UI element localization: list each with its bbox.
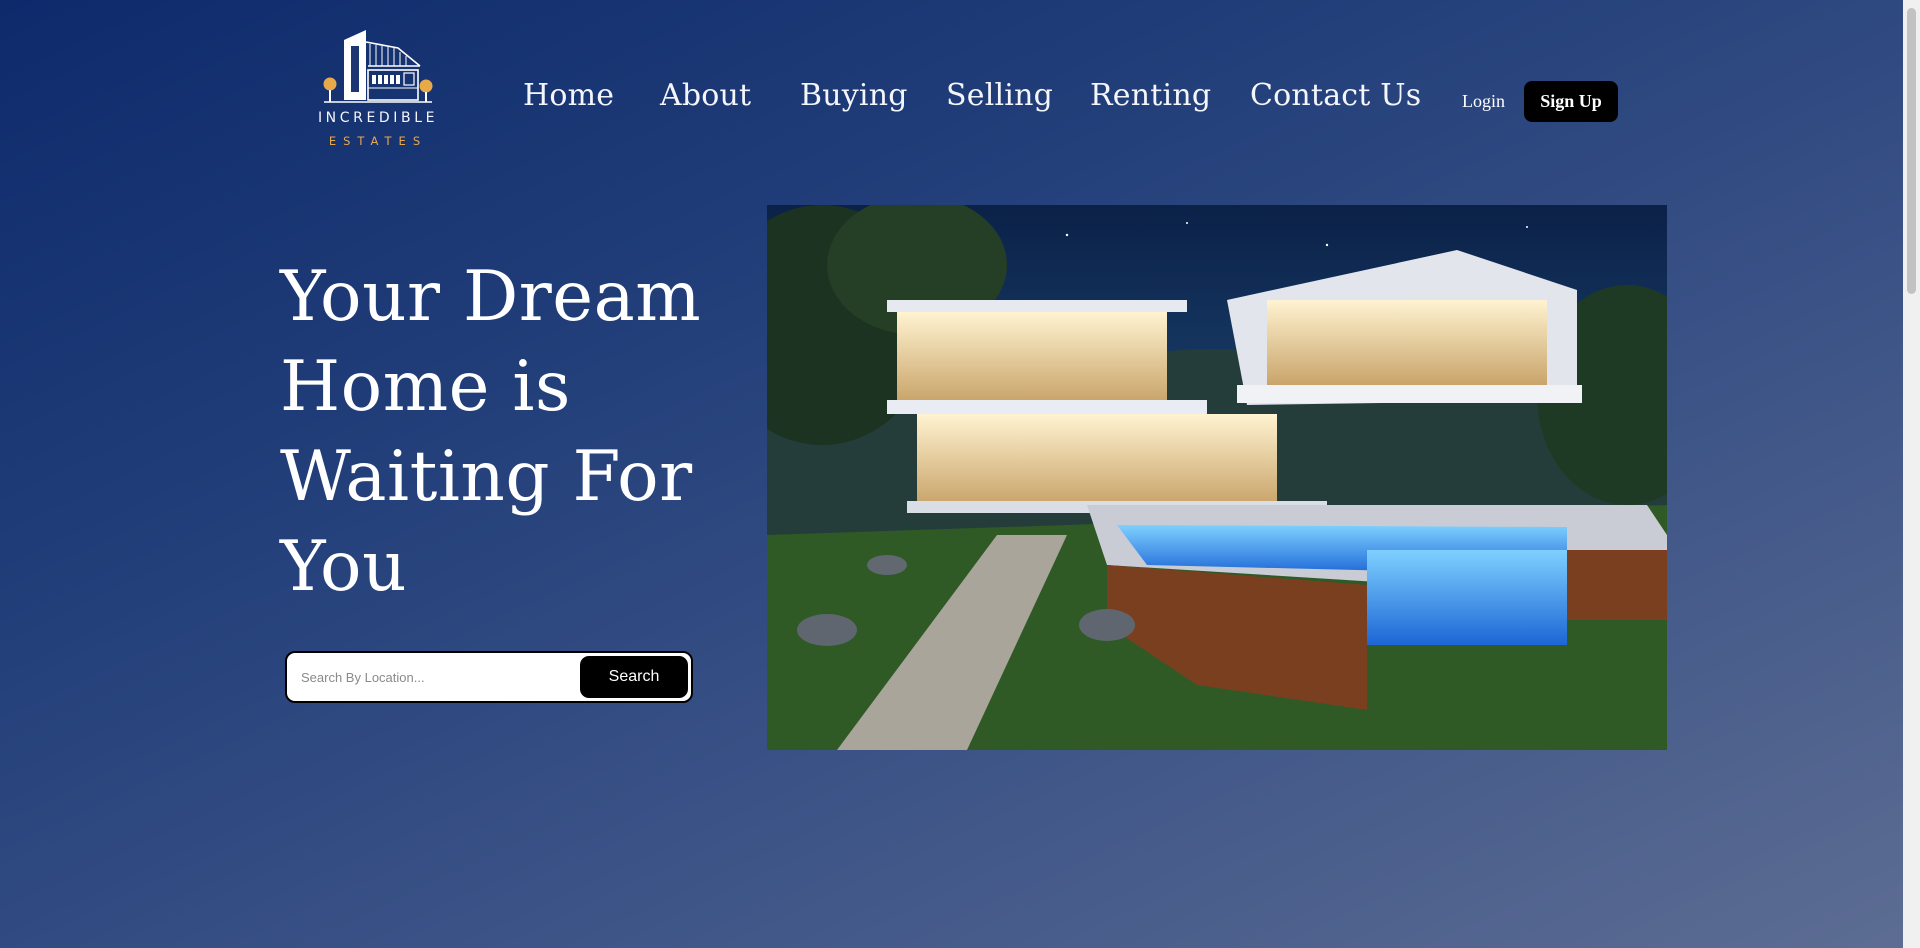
nav-buying[interactable]: Buying (800, 78, 908, 122)
nav-renting[interactable]: Renting (1090, 78, 1211, 122)
nav-about[interactable]: About (660, 78, 751, 122)
brand-logo[interactable]: INCREDIBLE ESTATES (306, 26, 450, 154)
hero-title: Your Dream Home is Waiting For You (280, 257, 702, 607)
hero-house-image (767, 205, 1667, 750)
location-search-input[interactable] (301, 665, 571, 689)
nav-home[interactable]: Home (523, 78, 614, 122)
brand-name: INCREDIBLE (317, 110, 439, 126)
page-scrollbar[interactable] (1903, 0, 1920, 948)
brand-tagline: ESTATES (328, 134, 428, 148)
search-button[interactable]: Search (580, 656, 688, 698)
house-logo-icon (323, 30, 433, 103)
login-link[interactable]: Login (1462, 91, 1505, 112)
signup-button[interactable]: Sign Up (1524, 81, 1618, 122)
location-search-bar: Search (285, 651, 693, 703)
nav-selling[interactable]: Selling (946, 78, 1053, 122)
scrollbar-thumb[interactable] (1907, 8, 1916, 294)
nav-contact-us[interactable]: Contact Us (1250, 78, 1421, 122)
